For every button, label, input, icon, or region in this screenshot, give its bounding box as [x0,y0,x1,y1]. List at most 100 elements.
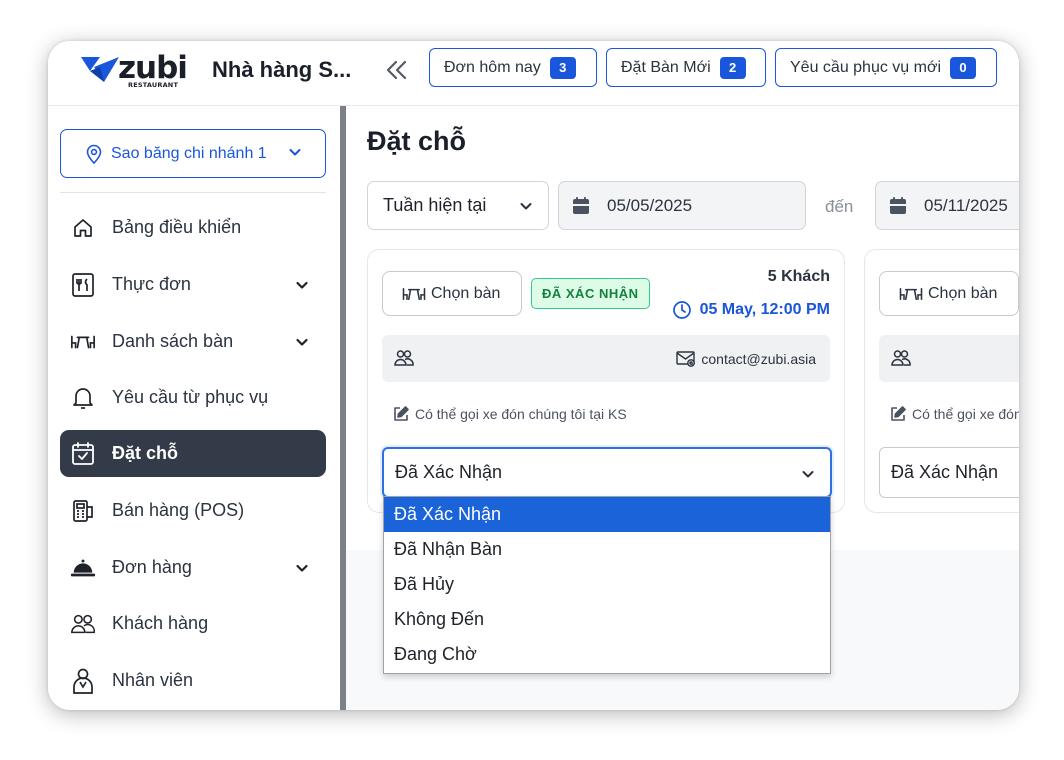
reservation-datetime: 05 May, 12:00 PM [672,298,830,322]
reservation-note: Có thể gọi xe đón [889,405,1019,423]
status-option-confirmed[interactable]: Đã Xác Nhận [384,497,830,532]
contact-email-value: contact@zubi.asia [701,351,816,367]
staff-icon [70,668,96,694]
reservation-note-text: Có thể gọi xe đón chúng tôi tại KS [415,406,627,422]
menu-book-icon [70,272,96,298]
table-icon [70,329,96,355]
users-icon [70,611,96,637]
status-option-seated[interactable]: Đã Nhận Bàn [384,532,830,567]
location-pin-icon [86,144,102,164]
sidebar-item-reservations[interactable]: Đặt chỗ [60,430,326,477]
service-bell-icon [70,555,96,581]
sidebar-item-service-requests[interactable]: Yêu cầu từ phục vụ [60,374,326,421]
status-select[interactable]: Đã Xác Nhận [382,447,832,498]
collapse-sidebar-button[interactable] [383,56,411,84]
new-service-requests-button[interactable]: Yêu cầu phục vụ mới 0 [775,48,997,87]
bell-icon [70,385,96,411]
users-icon [394,350,414,366]
status-badge: ĐÃ XÁC NHẬN [531,278,650,309]
new-bookings-button[interactable]: Đặt Bàn Mới 2 [606,48,766,87]
todays-orders-button[interactable]: Đơn hôm nay 3 [429,48,597,87]
table-icon [899,287,923,300]
sidebar-item-customers[interactable]: Khách hàng [60,600,326,647]
new-service-requests-count: 0 [950,56,977,79]
chevron-down-icon [802,471,814,478]
reservation-card: Chọn bàn Có thể gọi xe đón Đã Xác Nhận [864,249,1019,513]
home-icon [70,215,96,241]
double-chevron-left-icon [386,60,407,80]
sidebar-item-label: Bảng điều khiển [112,217,242,237]
sidebar-item-label: Thực đơn [112,274,191,294]
status-option-pending[interactable]: Đang Chờ [384,637,830,672]
period-value: Tuần hiện tại [383,195,487,215]
new-bookings-count: 2 [719,56,746,79]
date-to-field[interactable]: 05/11/2025 [875,181,1019,230]
choose-table-button[interactable]: Chọn bàn [382,271,522,316]
sidebar-item-tables[interactable]: Danh sách bàn [60,318,326,365]
new-bookings-label: Đặt Bàn Mới [621,58,711,76]
status-select[interactable]: Đã Xác Nhận [879,447,1019,498]
table-icon [402,287,426,300]
sidebar-item-label: Đặt chỗ [112,443,179,463]
sidebar-item-orders[interactable]: Đơn hàng [60,544,326,591]
email-icon [676,351,696,367]
contact-bar: contact@zubi.asia [382,335,830,382]
choose-table-label: Chọn bàn [431,284,501,302]
guest-count: 5 Khách [767,268,830,285]
date-from-value: 05/05/2025 [607,195,693,215]
sidebar-item-staff[interactable]: Nhân viên [60,657,326,704]
restaurant-name: Nhà hàng S... [212,57,352,82]
users-icon [891,350,911,366]
branch-name: Sao băng chi nhánh 1 [111,144,267,162]
branch-selector[interactable]: Sao băng chi nhánh 1 [60,129,326,178]
status-select-value: Đã Xác Nhận [395,462,503,482]
chevron-down-icon [289,149,301,156]
contact-bar [879,335,1019,382]
chevron-down-icon [520,203,532,210]
todays-orders-count: 3 [549,56,576,79]
sidebar-item-pos[interactable]: Bán hàng (POS) [60,487,326,534]
logo-mark-icon [81,57,119,82]
reservation-datetime-value: 05 May, 12:00 PM [699,301,830,318]
pos-terminal-icon [70,498,96,524]
date-from-field[interactable]: 05/05/2025 [558,181,806,230]
edit-icon [891,406,906,421]
sidebar-item-label: Khách hàng [112,613,209,633]
sidebar-item-dashboard[interactable]: Bảng điều khiển [60,204,326,251]
status-dropdown-list: Đã Xác Nhận Đã Nhận Bàn Đã Hủy Không Đến… [383,496,831,674]
choose-table-button[interactable]: Chọn bàn [879,271,1019,316]
reservation-note-text: Có thể gọi xe đón [912,406,1019,422]
calendar-icon [890,197,906,214]
status-option-no-show[interactable]: Không Đến [384,602,830,637]
sidebar-divider [60,192,326,193]
reservation-card: Chọn bàn ĐÃ XÁC NHẬN 5 Khách 05 May, 12:… [367,249,845,513]
new-service-requests-label: Yêu cầu phục vụ mới [790,58,942,76]
calendar-icon [573,197,589,214]
app-window: zubi RESTAURANT Nhà hàng S... Đơn hôm na… [48,41,1019,710]
sidebar-item-label: Đơn hàng [112,557,192,577]
date-to-value: 05/11/2025 [924,195,1008,215]
sidebar-item-menu[interactable]: Thực đơn [60,261,326,308]
clock-icon [672,301,691,319]
logo-wordmark: zubi [118,50,188,86]
sidebar: Sao băng chi nhánh 1 Bảng điều khiển Thự… [48,106,343,710]
chevron-down-icon [296,564,308,572]
sidebar-item-label: Bán hàng (POS) [112,500,245,520]
choose-table-label: Chọn bàn [928,284,998,302]
logo-subtext: RESTAURANT [128,81,179,89]
contact-email[interactable]: contact@zubi.asia [676,350,816,368]
calendar-check-icon [70,441,96,467]
chevron-down-icon [296,281,308,289]
sidebar-item-label: Nhân viên [112,670,194,690]
date-range-separator: đến [825,197,854,216]
todays-orders-label: Đơn hôm nay [444,58,541,76]
zubi-logo[interactable]: zubi RESTAURANT [80,51,190,95]
sidebar-item-label: Danh sách bàn [112,331,234,351]
period-select[interactable]: Tuần hiện tại [367,181,549,230]
sidebar-item-label: Yêu cầu từ phục vụ [112,387,269,407]
top-header: zubi RESTAURANT Nhà hàng S... Đơn hôm na… [48,41,1019,106]
reservation-note: Có thể gọi xe đón chúng tôi tại KS [392,405,627,423]
edit-icon [394,406,409,421]
status-select-value: Đã Xác Nhận [891,462,999,482]
status-option-cancelled[interactable]: Đã Hủy [384,567,830,602]
